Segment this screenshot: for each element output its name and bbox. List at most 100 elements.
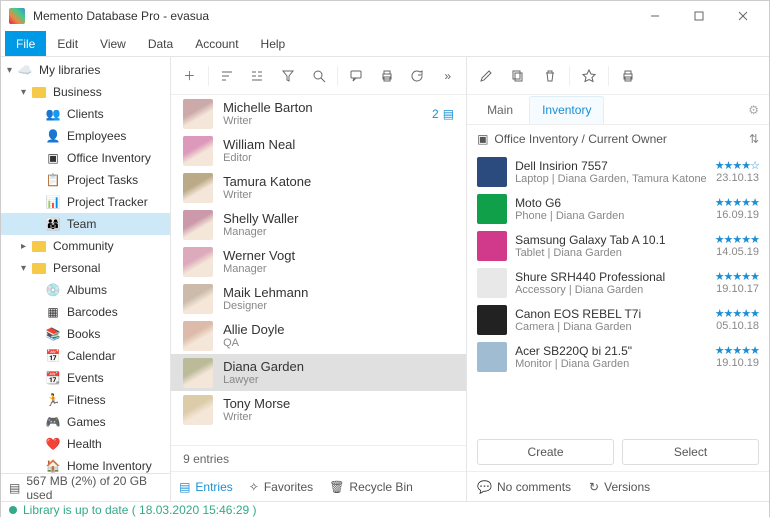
comment-icon: 💬 [477, 480, 492, 494]
library-icon: 🎮 [45, 414, 61, 430]
comments-button[interactable]: 💬No comments [477, 480, 571, 494]
tab-recycle[interactable]: 🗑Recycle Bin [329, 480, 413, 494]
person-name: Allie Doyle [223, 322, 284, 337]
sidebar-item-games[interactable]: 🎮Games [1, 411, 170, 433]
copy-button[interactable] [503, 62, 533, 90]
print-button-right[interactable] [613, 62, 643, 90]
person-role: Designer [223, 300, 308, 312]
refresh-button[interactable] [403, 62, 432, 90]
menu-view[interactable]: View [89, 31, 137, 56]
inventory-row[interactable]: Acer SB220Q bi 21.5"Monitor | Diana Gard… [475, 338, 761, 375]
library-icon: 💿 [45, 282, 61, 298]
center-toolbar: ＋ » [171, 57, 466, 95]
storage-icon: ▤ [9, 481, 20, 495]
tree-personal[interactable]: ▾Personal [1, 257, 170, 279]
person-row[interactable]: Maik LehmannDesigner [171, 280, 466, 317]
tree-root[interactable]: ▾☁️My libraries [1, 59, 170, 81]
close-button[interactable] [721, 2, 765, 30]
menu-help[interactable]: Help [250, 31, 297, 56]
comment-badge: 2▤ [432, 107, 454, 121]
item-subtitle: Tablet | Diana Garden [515, 247, 707, 259]
person-row[interactable]: Shelly WallerManager [171, 206, 466, 243]
center-pane: ＋ » Michelle BartonWriter2▤William NealE… [171, 57, 467, 501]
minimize-button[interactable] [633, 2, 677, 30]
tree-business[interactable]: ▾Business [1, 81, 170, 103]
item-rating: ★★★★★ [715, 307, 759, 320]
avatar [183, 136, 213, 166]
sort-icon[interactable]: ⇅ [749, 132, 759, 146]
library-icon: 👨‍👩‍👧 [45, 216, 61, 232]
person-role: Manager [223, 263, 295, 275]
person-row[interactable]: William NealEditor [171, 132, 466, 169]
item-rating: ★★★★☆ [715, 159, 759, 172]
search-button[interactable] [304, 62, 333, 90]
comment-button[interactable] [342, 62, 371, 90]
menu-data[interactable]: Data [137, 31, 184, 56]
people-list: Michelle BartonWriter2▤William NealEdito… [171, 95, 466, 445]
sidebar-item-fitness[interactable]: 🏃Fitness [1, 389, 170, 411]
menu-edit[interactable]: Edit [46, 31, 89, 56]
sidebar-item-office-inventory[interactable]: ▣Office Inventory [1, 147, 170, 169]
avatar [183, 247, 213, 277]
sidebar-item-health[interactable]: ❤️Health [1, 433, 170, 455]
person-row[interactable]: Tamura KatoneWriter [171, 169, 466, 206]
more-button[interactable]: » [433, 62, 462, 90]
person-row[interactable]: Tony MorseWriter [171, 391, 466, 428]
person-row[interactable]: Allie DoyleQA [171, 317, 466, 354]
sidebar-item-project-tracker[interactable]: 📊Project Tracker [1, 191, 170, 213]
sidebar-item-events[interactable]: 📆Events [1, 367, 170, 389]
sidebar-item-employees[interactable]: 👤Employees [1, 125, 170, 147]
sidebar-item-team[interactable]: 👨‍👩‍👧Team [1, 213, 170, 235]
tab-favorites[interactable]: ✧Favorites [249, 480, 313, 494]
person-role: Writer [223, 115, 313, 127]
library-icon: 📚 [45, 326, 61, 342]
inventory-buttons: Create Select [467, 433, 769, 471]
add-button[interactable]: ＋ [175, 62, 204, 90]
delete-button[interactable] [535, 62, 565, 90]
sidebar-item-books[interactable]: 📚Books [1, 323, 170, 345]
person-row[interactable]: Diana GardenLawyer [171, 354, 466, 391]
filter-button[interactable] [274, 62, 303, 90]
right-toolbar [467, 57, 769, 95]
menu-account[interactable]: Account [184, 31, 249, 56]
sidebar-item-project-tasks[interactable]: 📋Project Tasks [1, 169, 170, 191]
library-icon: 📆 [45, 370, 61, 386]
avatar [183, 395, 213, 425]
create-button[interactable]: Create [477, 439, 614, 465]
inventory-row[interactable]: Moto G6Phone | Diana Garden★★★★★16.09.19 [475, 190, 761, 227]
maximize-button[interactable] [677, 2, 721, 30]
item-date: 19.10.19 [715, 357, 759, 369]
menu-file[interactable]: File [5, 31, 46, 56]
print-button[interactable] [372, 62, 401, 90]
avatar [183, 173, 213, 203]
tab-entries[interactable]: ▤Entries [179, 480, 233, 494]
avatar [183, 210, 213, 240]
inventory-row[interactable]: Shure SRH440 ProfessionalAccessory | Dia… [475, 264, 761, 301]
tree-community[interactable]: ▸Community [1, 235, 170, 257]
sidebar-item-home-inventory[interactable]: 🏠Home Inventory [1, 455, 170, 473]
library-icon: 📅 [45, 348, 61, 364]
edit-button[interactable] [471, 62, 501, 90]
versions-button[interactable]: ↻Versions [589, 480, 650, 494]
sort-button[interactable] [213, 62, 242, 90]
inventory-row[interactable]: Dell Insirion 7557Laptop | Diana Garden,… [475, 153, 761, 190]
tab-main[interactable]: Main [475, 97, 525, 123]
item-date: 19.10.17 [715, 283, 759, 295]
person-row[interactable]: Michelle BartonWriter2▤ [171, 95, 466, 132]
right-tabs: Main Inventory ⚙ [467, 95, 769, 125]
avatar [183, 99, 213, 129]
sidebar-item-albums[interactable]: 💿Albums [1, 279, 170, 301]
group-button[interactable] [243, 62, 272, 90]
inventory-row[interactable]: Canon EOS REBEL T7iCamera | Diana Garden… [475, 301, 761, 338]
sidebar-item-calendar[interactable]: 📅Calendar [1, 345, 170, 367]
sidebar-item-barcodes[interactable]: ▦Barcodes [1, 301, 170, 323]
item-rating: ★★★★★ [715, 344, 759, 357]
select-button[interactable]: Select [622, 439, 759, 465]
inventory-row[interactable]: Samsung Galaxy Tab A 10.1Tablet | Diana … [475, 227, 761, 264]
sidebar-item-clients[interactable]: 👥Clients [1, 103, 170, 125]
person-row[interactable]: Werner VogtManager [171, 243, 466, 280]
favorite-button[interactable] [574, 62, 604, 90]
tab-inventory[interactable]: Inventory [529, 96, 604, 124]
gear-icon[interactable]: ⚙ [748, 103, 759, 117]
trash-icon: 🗑 [329, 480, 344, 494]
